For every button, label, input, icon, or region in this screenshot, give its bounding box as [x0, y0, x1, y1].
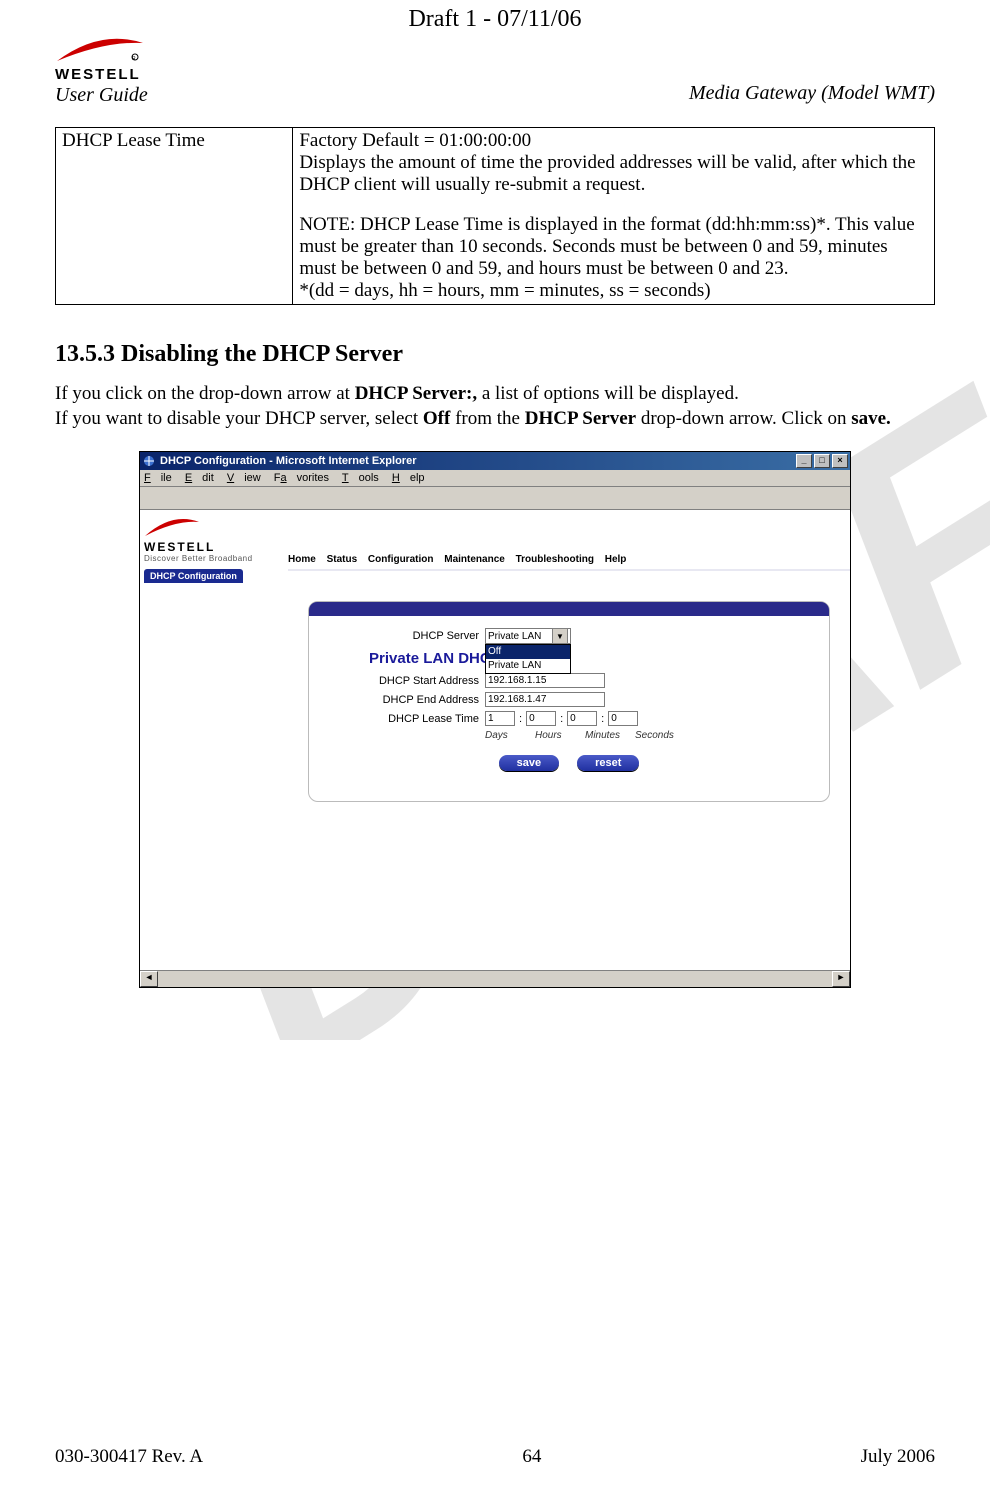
svg-text:R: R — [132, 56, 136, 62]
logo-brand-text: WESTELL — [55, 67, 141, 82]
unit-seconds: Seconds — [635, 730, 675, 741]
body-p2c: from the — [450, 408, 524, 429]
body-p2d: DHCP Server — [525, 408, 636, 429]
body-p1c: a list of options will be displayed. — [477, 383, 739, 404]
dhcp-lease-table: DHCP Lease Time Factory Default = 01:00:… — [55, 127, 935, 305]
nav-home[interactable]: Home — [288, 554, 316, 565]
dhcp-panel: DHCP Server Private LAN ▼ Off Private LA… — [308, 601, 830, 802]
menu-help[interactable]: Help — [392, 472, 425, 484]
menu-view[interactable]: View — [227, 472, 261, 484]
start-address-label: DHCP Start Address — [319, 675, 485, 687]
section-heading: 13.5.3 Disabling the DHCP Server — [55, 341, 935, 368]
header-model-label: Media Gateway (Model WMT) — [689, 82, 935, 107]
draft-header: Draft 1 - 07/11/06 — [55, 0, 935, 33]
footer-left: 030-300417 Rev. A — [55, 1446, 203, 1468]
menu-favorites[interactable]: Favorites — [274, 472, 329, 484]
dhcp-server-label: DHCP Server — [319, 630, 485, 642]
table-foot: *(dd = days, hh = hours, mm = minutes, s… — [299, 280, 928, 302]
table-line2: Displays the amount of time the provided… — [299, 152, 928, 196]
table-line1: Factory Default = 01:00:00:00 — [299, 130, 928, 152]
panel-topbar — [309, 602, 829, 616]
body-p2f: save. — [851, 408, 891, 429]
table-note: NOTE: DHCP Lease Time is displayed in th… — [299, 214, 928, 280]
start-address-input[interactable] — [485, 673, 605, 688]
westell-logo: R WESTELL — [55, 35, 148, 82]
mini-logo-swoosh-icon — [144, 516, 200, 540]
subnav-pill[interactable]: DHCP Configuration — [144, 569, 243, 583]
unit-days: Days — [485, 730, 525, 741]
option-off[interactable]: Off — [486, 645, 570, 659]
mini-tagline: Discover Better Broadband — [144, 554, 253, 563]
nav-maintenance[interactable]: Maintenance — [444, 554, 505, 565]
user-guide-label: User Guide — [55, 84, 148, 107]
lease-minutes-input[interactable] — [567, 711, 597, 726]
end-address-label: DHCP End Address — [319, 694, 485, 706]
panel-heading: Private LAN DHCP Settings — [369, 650, 819, 667]
option-private-lan[interactable]: Private LAN — [486, 659, 570, 673]
body-p2e: drop-down arrow. Click on — [636, 408, 851, 429]
menu-tools[interactable]: Tools — [342, 472, 379, 484]
footer-right: July 2006 — [861, 1446, 935, 1468]
footer-page-number: 64 — [522, 1446, 541, 1468]
unit-hours: Hours — [535, 730, 575, 741]
lease-hours-input[interactable] — [526, 711, 556, 726]
lease-seconds-input[interactable] — [608, 711, 638, 726]
body-p2a: If you want to disable your DHCP server,… — [55, 408, 423, 429]
nav-configuration[interactable]: Configuration — [368, 554, 434, 565]
nav-help[interactable]: Help — [605, 554, 627, 565]
lease-days-input[interactable] — [485, 711, 515, 726]
window-titlebar: DHCP Configuration - Microsoft Internet … — [140, 452, 850, 470]
dhcp-server-dropdown-list: Off Private LAN — [485, 644, 571, 674]
reset-button[interactable]: reset — [577, 755, 639, 771]
lease-time-label: DHCP Lease Time — [319, 713, 485, 725]
embedded-screenshot: DHCP Configuration - Microsoft Internet … — [139, 451, 851, 988]
table-right-cell: Factory Default = 01:00:00:00 Displays t… — [293, 128, 935, 305]
close-button[interactable]: × — [832, 454, 848, 468]
menu-file[interactable]: File — [144, 472, 172, 484]
toolbar-strip — [140, 487, 850, 510]
nav-row: Home Status Configuration Maintenance Tr… — [288, 550, 850, 571]
minimize-button[interactable]: _ — [796, 454, 812, 468]
mini-logo-text: WESTELL — [144, 540, 215, 554]
nav-status[interactable]: Status — [327, 554, 358, 565]
page-footer: 030-300417 Rev. A 64 July 2006 — [55, 1446, 935, 1468]
body-p1a: If you click on the drop-down arrow at — [55, 383, 355, 404]
dhcp-server-select[interactable]: Private LAN ▼ — [485, 628, 571, 644]
menubar: File Edit View Favorites Tools Help — [140, 470, 850, 487]
save-button[interactable]: save — [499, 755, 559, 771]
body-p2b: Off — [423, 408, 450, 429]
maximize-button[interactable]: □ — [814, 454, 830, 468]
window-title: DHCP Configuration - Microsoft Internet … — [160, 455, 416, 467]
menu-edit[interactable]: Edit — [185, 472, 214, 484]
scroll-left-icon[interactable]: ◄ — [140, 971, 158, 987]
chevron-down-icon[interactable]: ▼ — [552, 628, 568, 644]
body-paragraph: If you click on the drop-down arrow at D… — [55, 382, 935, 431]
nav-troubleshooting[interactable]: Troubleshooting — [516, 554, 594, 565]
scroll-right-icon[interactable]: ► — [832, 971, 850, 987]
dhcp-server-value: Private LAN — [488, 631, 541, 642]
unit-minutes: Minutes — [585, 730, 625, 741]
end-address-input[interactable] — [485, 692, 605, 707]
horizontal-scrollbar[interactable]: ◄ ► — [140, 970, 850, 987]
logo-swoosh-icon: R — [55, 35, 145, 67]
ie-icon — [142, 454, 156, 468]
table-left-cell: DHCP Lease Time — [56, 128, 293, 305]
body-p1b: DHCP Server:, — [355, 383, 477, 404]
